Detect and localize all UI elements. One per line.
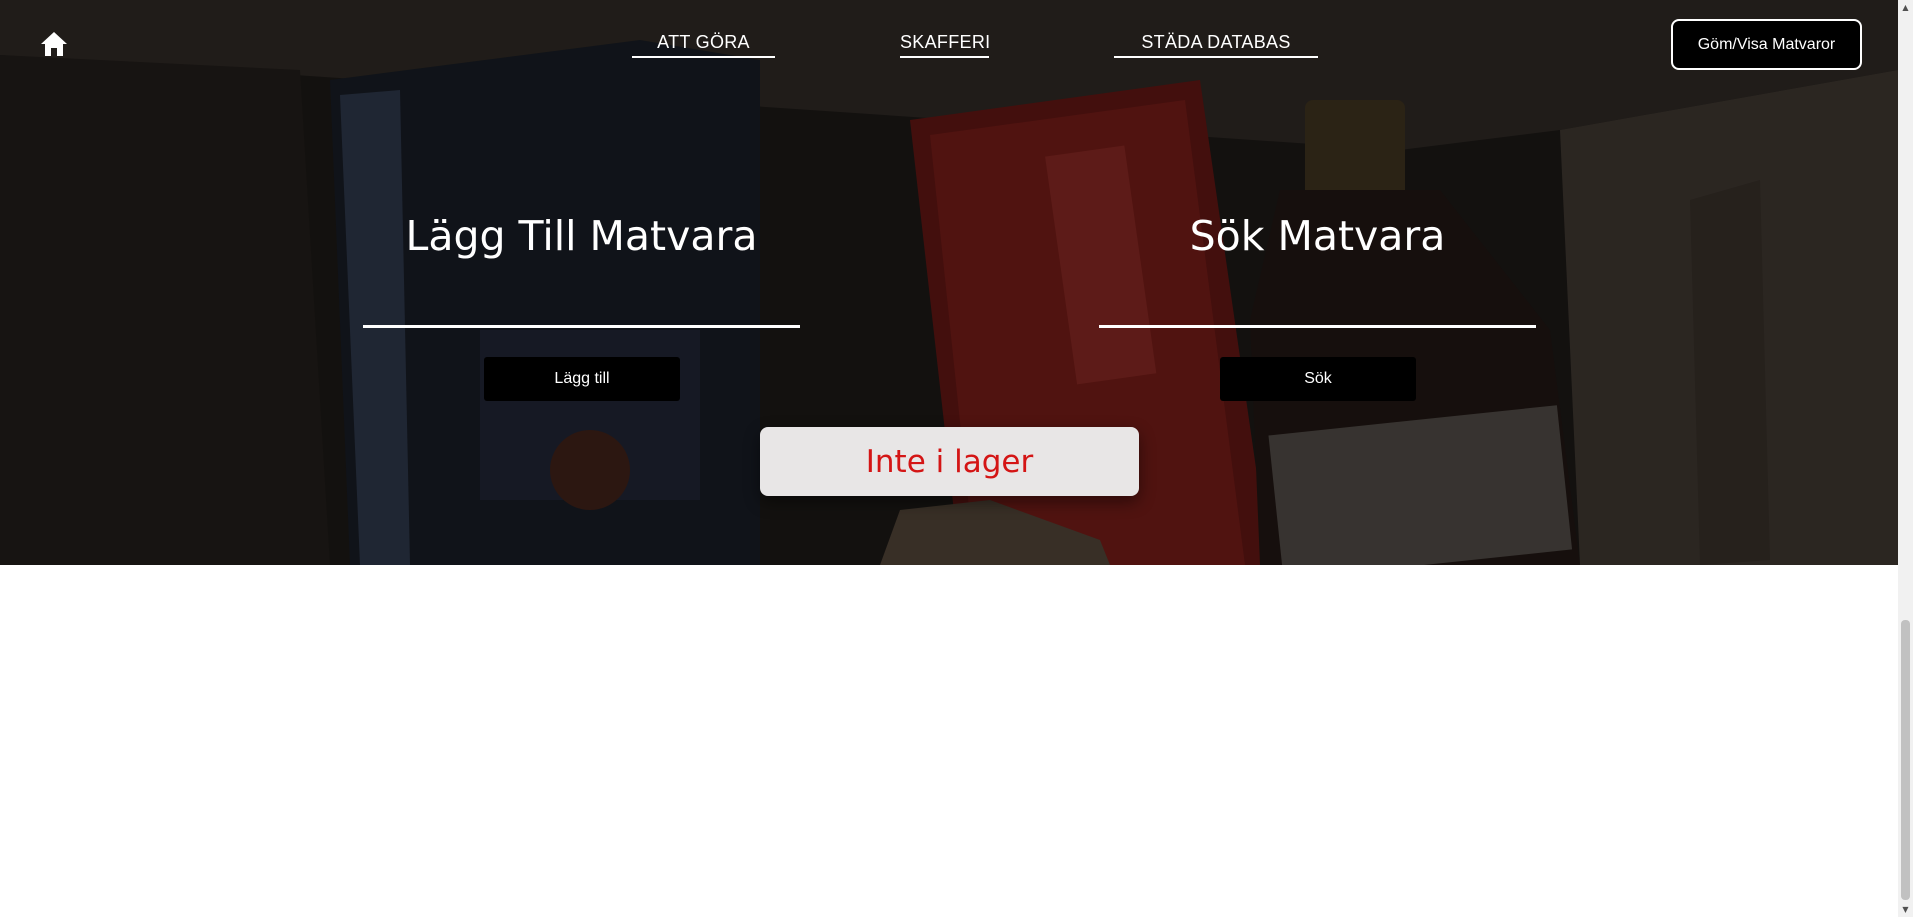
add-grocery-input[interactable] <box>363 286 800 328</box>
toggle-groceries-button[interactable]: Göm/Visa Matvaror <box>1671 19 1862 70</box>
scrollbar-thumb[interactable] <box>1901 620 1910 900</box>
out-of-stock-button[interactable]: Inte i lager <box>760 427 1139 496</box>
nav-link-att-gora[interactable]: ATT GÖRA <box>632 32 775 58</box>
scroll-up-arrow-icon[interactable]: ▲ <box>1898 0 1913 15</box>
search-button[interactable]: Sök <box>1220 357 1416 401</box>
search-grocery-heading: Sök Matvara <box>1189 212 1446 260</box>
home-icon <box>41 32 67 56</box>
add-grocery-heading: Lägg Till Matvara <box>405 212 758 260</box>
vertical-scrollbar[interactable]: ▲ ▼ <box>1898 0 1913 917</box>
add-grocery-button[interactable]: Lägg till <box>484 357 680 401</box>
page: ATT GÖRA SKAFFERI STÄDA DATABAS Göm/Visa… <box>0 0 1913 917</box>
nav-link-skafferi[interactable]: SKAFFERI <box>900 32 990 58</box>
home-link[interactable] <box>38 28 70 60</box>
nav-link-stada-databas[interactable]: STÄDA DATABAS <box>1114 32 1318 58</box>
search-grocery-input[interactable] <box>1099 286 1536 328</box>
scroll-down-arrow-icon[interactable]: ▼ <box>1898 902 1913 917</box>
